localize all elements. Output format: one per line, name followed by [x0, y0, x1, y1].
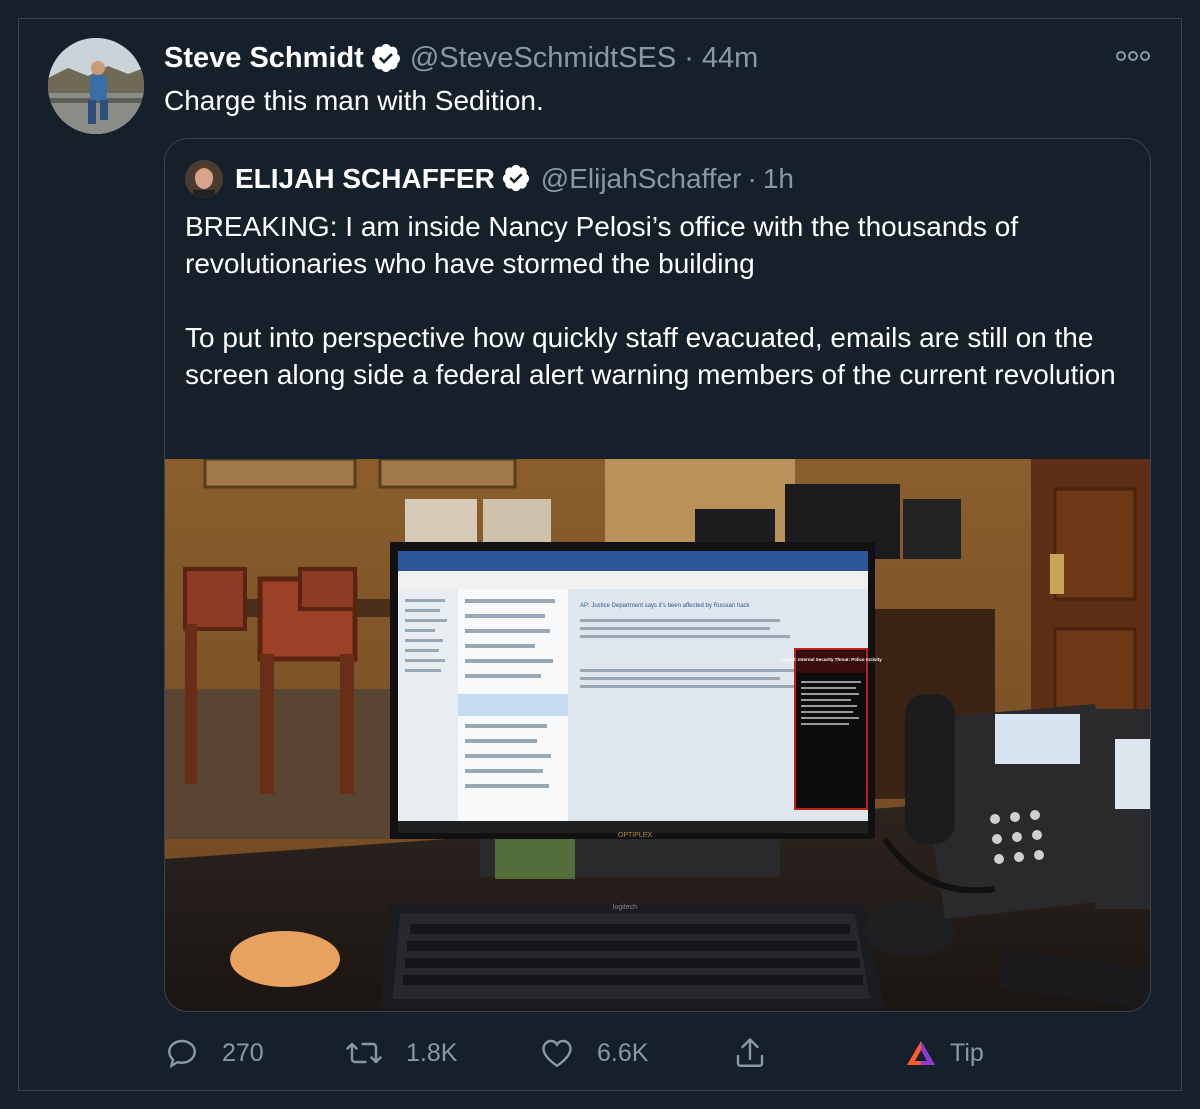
reply-button[interactable]: 270	[164, 1030, 264, 1076]
tweet-text: Charge this man with Sedition.	[164, 85, 544, 116]
quoted-tweet-text: BREAKING: I am inside Nancy Pelosi’s off…	[185, 208, 1135, 430]
timestamp[interactable]: 44m	[702, 42, 758, 75]
quoted-tweet-header: ELIJAH SCHAFFER @ElijahSchaffer · 1h	[185, 159, 794, 199]
author-handle[interactable]: @SteveSchmidtSES	[410, 42, 676, 75]
retweet-icon	[346, 1042, 382, 1064]
tip-label: Tip	[950, 1038, 984, 1067]
tip-icon	[907, 1041, 935, 1065]
alert-title: Capitol: Internal Security Threat: Polic…	[780, 657, 882, 662]
author-avatar[interactable]	[48, 38, 144, 134]
quoted-author-avatar	[185, 160, 223, 198]
screen-email-title: AP: Justice Department says it’s been af…	[580, 603, 751, 609]
quoted-paragraph: To put into perspective how quickly staf…	[185, 322, 1116, 390]
quoted-timestamp: 1h	[762, 163, 794, 194]
retweet-count: 1.8K	[406, 1038, 458, 1067]
quoted-tweet[interactable]: ELIJAH SCHAFFER @ElijahSchaffer · 1h BRE…	[164, 138, 1151, 1012]
share-icon	[736, 1038, 764, 1067]
tweet-header: Steve Schmidt @SteveSchmidtSES · 44m	[164, 36, 758, 80]
quoted-author-name: ELIJAH SCHAFFER	[235, 163, 495, 194]
separator-dot: ·	[684, 41, 694, 74]
author-name[interactable]: Steve Schmidt	[164, 42, 364, 75]
more-options-icon[interactable]	[1113, 44, 1153, 68]
keyboard-brand: logitech	[613, 904, 637, 911]
tweet-actions: 270 1.8K 6.6K Tip	[164, 1030, 1164, 1076]
like-icon	[542, 1039, 572, 1068]
separator-dot: ·	[747, 163, 757, 194]
share-button[interactable]	[732, 1030, 790, 1076]
reply-count: 270	[222, 1038, 264, 1067]
like-button[interactable]: 6.6K	[539, 1030, 648, 1076]
divider	[18, 1090, 1182, 1091]
quoted-paragraph: BREAKING: I am inside Nancy Pelosi’s off…	[185, 211, 1019, 279]
verified-badge-icon	[370, 42, 402, 74]
like-count: 6.6K	[597, 1038, 649, 1067]
reply-icon	[168, 1039, 196, 1069]
quoted-author-handle: @ElijahSchaffer	[540, 163, 742, 194]
tweet-photo[interactable]: AP: Justice Department says it’s been af…	[165, 457, 1150, 1011]
monitor-brand: OPTIPLEX	[618, 832, 653, 839]
tip-button[interactable]: Tip	[904, 1030, 984, 1076]
retweet-button[interactable]: 1.8K	[344, 1030, 457, 1076]
verified-badge-icon	[501, 163, 533, 195]
